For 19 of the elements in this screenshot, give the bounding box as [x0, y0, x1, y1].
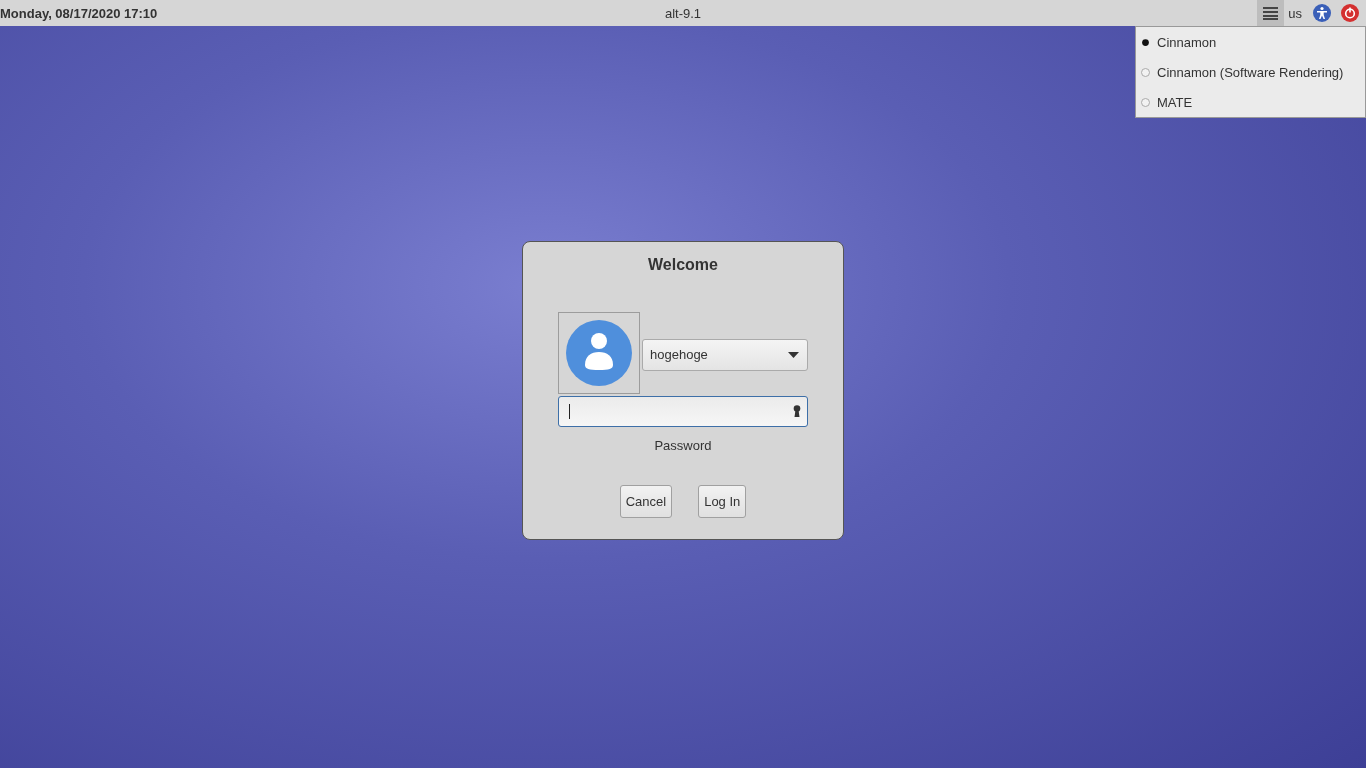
user-avatar-icon: [565, 318, 633, 387]
accessibility-icon[interactable]: [1313, 4, 1331, 22]
caret-icon: [788, 351, 799, 358]
keyhole-icon: [793, 405, 801, 417]
power-icon[interactable]: [1341, 4, 1359, 22]
session-menu-item[interactable]: Cinnamon (Software Rendering): [1136, 57, 1365, 87]
session-menu-button[interactable]: [1257, 0, 1285, 26]
cancel-button[interactable]: Cancel: [619, 484, 673, 518]
hostname: alt-9.1: [664, 5, 702, 21]
clock: Monday, 08/17/2020 17:10: [0, 5, 158, 21]
password-field[interactable]: [558, 395, 808, 427]
login-button[interactable]: Log In: [698, 484, 747, 518]
user-dropdown[interactable]: hogehoge: [642, 338, 808, 371]
session-menu-item[interactable]: Cinnamon: [1136, 27, 1365, 57]
dialog-title: Welcome: [648, 255, 718, 274]
session-menu-item[interactable]: MATE: [1136, 87, 1365, 117]
keyboard-layout[interactable]: us: [1288, 5, 1302, 21]
password-label: Password: [654, 437, 712, 453]
menu-icon: [1263, 6, 1279, 20]
